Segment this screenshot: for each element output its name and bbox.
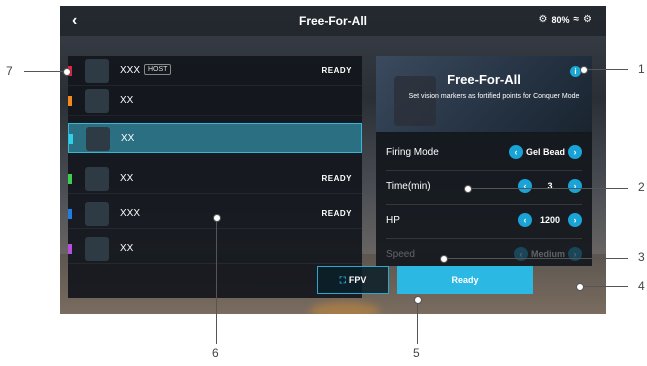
setting-value: 1200 xyxy=(539,215,561,225)
callout-dot xyxy=(464,185,472,193)
wifi-icon: ≈ xyxy=(573,14,580,25)
player-name: XXX xyxy=(120,65,141,76)
callout-line xyxy=(468,188,628,189)
ready-label: Ready xyxy=(451,275,479,285)
callout-number: 4 xyxy=(638,279,645,293)
avatar xyxy=(85,89,109,113)
game-settings-panel: Free-For-All Set vision markers as forti… xyxy=(376,56,592,266)
fullscreen-icon: ⛶ xyxy=(339,275,346,285)
chevron-left-icon[interactable]: ‹ xyxy=(508,145,523,159)
setting-control: ‹ 3 › xyxy=(518,179,582,193)
team-color-tag xyxy=(69,134,73,144)
callout-number: 3 xyxy=(638,250,645,264)
chevron-right-icon[interactable]: › xyxy=(568,213,582,227)
setting-label: HP xyxy=(386,215,400,226)
callout-number: 1 xyxy=(638,62,645,76)
player-row-selected[interactable]: XX xyxy=(68,123,362,153)
callout-number: 7 xyxy=(6,64,13,78)
callout-dot xyxy=(580,66,588,74)
callout-dot xyxy=(414,296,422,304)
callout-dot xyxy=(213,214,221,222)
robot-battery-icon: ⚙ xyxy=(538,14,548,25)
battery-level: 80% xyxy=(551,14,570,25)
avatar xyxy=(85,167,109,191)
chevron-right-icon[interactable]: › xyxy=(568,179,582,193)
setting-value: 3 xyxy=(547,181,553,191)
ready-button[interactable]: Ready xyxy=(397,266,533,294)
avatar xyxy=(85,237,109,261)
callout-dot xyxy=(576,283,584,291)
setting-control: ‹ Gel Bead › xyxy=(508,145,582,159)
fpv-label: FPV xyxy=(348,275,367,285)
avatar xyxy=(85,59,109,83)
callout-line xyxy=(444,258,628,259)
settings-gear-icon[interactable]: ⚙ xyxy=(583,14,592,25)
chevron-left-icon[interactable]: ‹ xyxy=(518,213,532,227)
top-bar: ‹ Free-For-All ⚙ 80% ≈ ⚙ xyxy=(60,6,606,36)
setting-label: Firing Mode xyxy=(386,147,439,158)
callout-number: 2 xyxy=(638,180,645,194)
setting-value: Gel Bead xyxy=(525,147,565,157)
player-row[interactable]: XX xyxy=(68,234,362,264)
player-list: XXX HOST READY XX XX XX READY XXX READY xyxy=(68,56,362,298)
fpv-button[interactable]: ⛶ FPV xyxy=(317,266,389,294)
ready-status: READY xyxy=(321,66,352,75)
player-row[interactable]: XX READY xyxy=(68,164,362,194)
player-row[interactable]: XXX HOST READY xyxy=(68,56,362,86)
avatar xyxy=(85,202,109,226)
mode-title: Free-For-All xyxy=(447,72,521,87)
callout-line xyxy=(580,286,628,287)
status-area: ⚙ 80% ≈ ⚙ xyxy=(539,14,592,25)
ready-status: READY xyxy=(321,174,352,183)
arena-light xyxy=(310,302,380,314)
callout-line xyxy=(417,300,418,344)
setting-label: Speed xyxy=(386,249,415,260)
player-name: XX xyxy=(120,243,134,254)
player-name: XXX xyxy=(120,208,141,219)
avatar xyxy=(86,127,110,151)
team-color-tag xyxy=(68,174,72,184)
callout-number: 6 xyxy=(212,346,219,360)
mode-description: Set vision markers as fortified points f… xyxy=(408,93,580,100)
setting-firing-mode: Firing Mode ‹ Gel Bead › xyxy=(386,136,582,171)
page-title: Free-For-All xyxy=(298,14,367,28)
team-color-tag xyxy=(68,96,72,106)
setting-hp: HP ‹ 1200 › xyxy=(386,204,582,239)
setting-label: Time(min) xyxy=(386,181,431,192)
host-badge: HOST xyxy=(144,64,172,75)
player-name: XX xyxy=(120,173,134,184)
mode-banner: Free-For-All Set vision markers as forti… xyxy=(376,56,592,132)
callout-line xyxy=(216,218,217,344)
ready-status: READY xyxy=(321,209,352,218)
callout-dot xyxy=(440,255,448,263)
callout-line xyxy=(24,71,66,72)
player-row[interactable]: XX xyxy=(68,86,362,116)
setting-control: ‹ 1200 › xyxy=(518,213,582,227)
setting-speed: Speed ‹ Medium › xyxy=(386,238,582,266)
chevron-right-icon[interactable]: › xyxy=(568,145,582,159)
callout-line xyxy=(584,69,628,70)
player-name: XX xyxy=(120,95,134,106)
player-name: XX xyxy=(121,133,135,144)
callout-dot xyxy=(63,68,71,76)
callout-number: 5 xyxy=(413,346,420,360)
team-color-tag xyxy=(68,209,72,219)
team-color-tag xyxy=(68,244,72,254)
chevron-left-icon[interactable]: ‹ xyxy=(518,179,532,193)
